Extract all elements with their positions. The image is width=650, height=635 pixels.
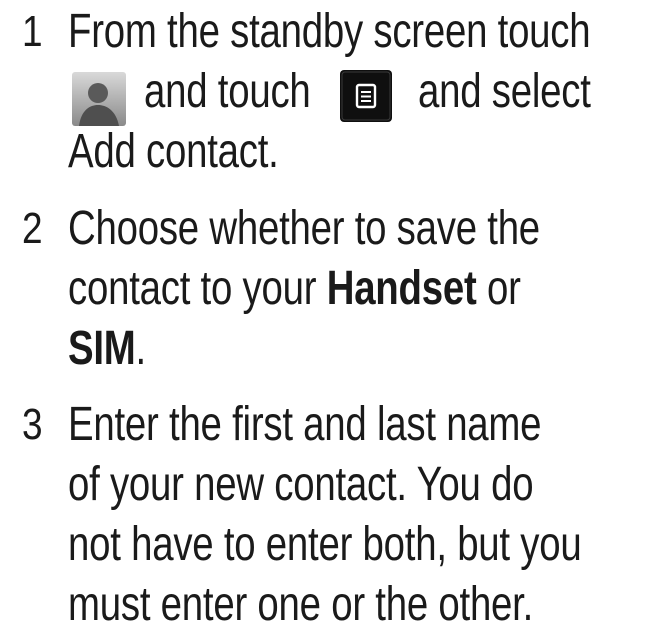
step-text-line: and select [418,65,591,118]
step-text-line: SIM. [68,319,146,379]
step-text-line: and touch [144,65,311,118]
step-text-line: not have to enter both, but you [68,518,582,571]
step-number: 2 [22,204,43,253]
step-number: 3 [22,400,43,449]
step-text-line: Choose whether to save the [68,202,540,255]
step-text-line: must enter one or the other. [68,578,534,631]
step-text-line: Enter the first and last name [68,398,542,451]
step-text-segment: or [476,262,521,315]
step-text-line: Add contact. [68,125,279,178]
step-text-segment: . [135,322,147,375]
step-text-segment: contact to your [68,262,327,315]
handset-term: Handset [326,262,477,315]
step-text-line: contact to your Handset or [68,259,521,319]
step-text-line: of your new contact. You do [68,458,534,511]
step-text-line: From the standby screen touch [68,5,591,58]
sim-term: SIM [68,322,136,375]
step-number: 1 [22,7,43,56]
menu-icon [340,70,392,127]
